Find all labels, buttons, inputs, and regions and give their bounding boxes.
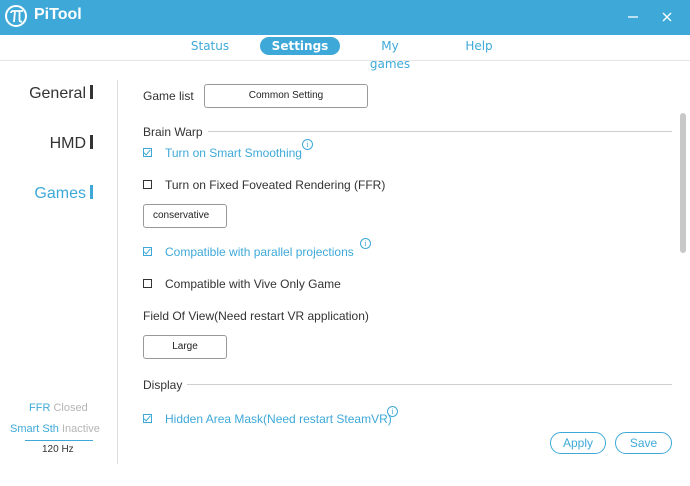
sidebar-marker bbox=[90, 135, 93, 149]
app-title: PiTool bbox=[34, 6, 82, 23]
pi-logo-icon bbox=[5, 5, 27, 27]
top-nav: Status Settings My games Help bbox=[0, 35, 690, 71]
sidebar-item-label: HMD bbox=[49, 135, 86, 152]
info-icon[interactable]: i bbox=[387, 406, 398, 417]
ffr-status-label: FFR bbox=[29, 402, 51, 414]
section-divider bbox=[187, 384, 672, 385]
hidden-area-mask-label[interactable]: Hidden Area Mask(Need restart SteamVR) bbox=[165, 412, 392, 426]
vive-only-label[interactable]: Compatible with Vive Only Game bbox=[165, 277, 341, 291]
ffr-status-value: Closed bbox=[53, 402, 88, 414]
ffr-label[interactable]: Turn on Fixed Foveated Rendering (FFR) bbox=[165, 178, 385, 192]
info-icon[interactable]: i bbox=[360, 238, 371, 249]
status-divider bbox=[25, 440, 93, 441]
minimize-icon[interactable] bbox=[624, 8, 642, 26]
sidebar-item-hmd[interactable]: HMD bbox=[50, 135, 93, 153]
smart-smoothing-label[interactable]: Turn on Smart Smoothing bbox=[165, 146, 302, 160]
fov-select[interactable]: Large bbox=[143, 335, 227, 359]
tab-my-games[interactable]: My games bbox=[360, 37, 420, 71]
section-divider bbox=[208, 131, 672, 132]
sidebar-item-label: Games bbox=[34, 185, 86, 202]
sidebar-marker bbox=[90, 185, 93, 199]
sidebar-item-games[interactable]: Games bbox=[34, 185, 93, 203]
sidebar-divider bbox=[117, 80, 118, 464]
smart-status-value: Inactive bbox=[61, 423, 100, 435]
ffr-mode-select[interactable]: conservative bbox=[143, 204, 227, 228]
ffr-checkbox[interactable] bbox=[143, 180, 152, 189]
smart-smoothing-checkbox[interactable] bbox=[143, 148, 152, 157]
tab-help[interactable]: Help bbox=[460, 37, 498, 55]
tab-status[interactable]: Status bbox=[185, 37, 235, 55]
sidebar-item-label: General bbox=[29, 85, 86, 102]
title-bar: PiTool bbox=[0, 0, 690, 35]
nav-divider bbox=[0, 60, 690, 61]
game-list-select[interactable]: Common Setting bbox=[204, 84, 368, 108]
parallel-projections-label[interactable]: Compatible with parallel projections bbox=[165, 245, 354, 259]
smart-smoothing-status: Smart Sth Inactive bbox=[10, 423, 100, 435]
brain-warp-heading: Brain Warp bbox=[143, 125, 203, 139]
ffr-status: FFR Closed bbox=[29, 402, 88, 414]
fov-label: Field Of View(Need restart VR applicatio… bbox=[143, 309, 369, 323]
parallel-projections-checkbox[interactable] bbox=[143, 247, 152, 256]
tab-settings[interactable]: Settings bbox=[260, 37, 340, 55]
save-button[interactable]: Save bbox=[615, 432, 672, 454]
display-heading: Display bbox=[143, 378, 183, 392]
close-icon[interactable] bbox=[658, 8, 676, 26]
hidden-area-mask-checkbox[interactable] bbox=[143, 414, 152, 423]
smart-status-label: Smart Sth bbox=[10, 423, 59, 435]
refresh-rate: 120 Hz bbox=[42, 444, 74, 455]
scrollbar-thumb[interactable] bbox=[680, 113, 686, 253]
sidebar-marker bbox=[90, 85, 93, 99]
game-list-label: Game list bbox=[143, 89, 194, 103]
sidebar-item-general[interactable]: General bbox=[29, 85, 93, 103]
apply-button[interactable]: Apply bbox=[550, 432, 606, 454]
info-icon[interactable]: i bbox=[302, 139, 313, 150]
vive-only-checkbox[interactable] bbox=[143, 279, 152, 288]
